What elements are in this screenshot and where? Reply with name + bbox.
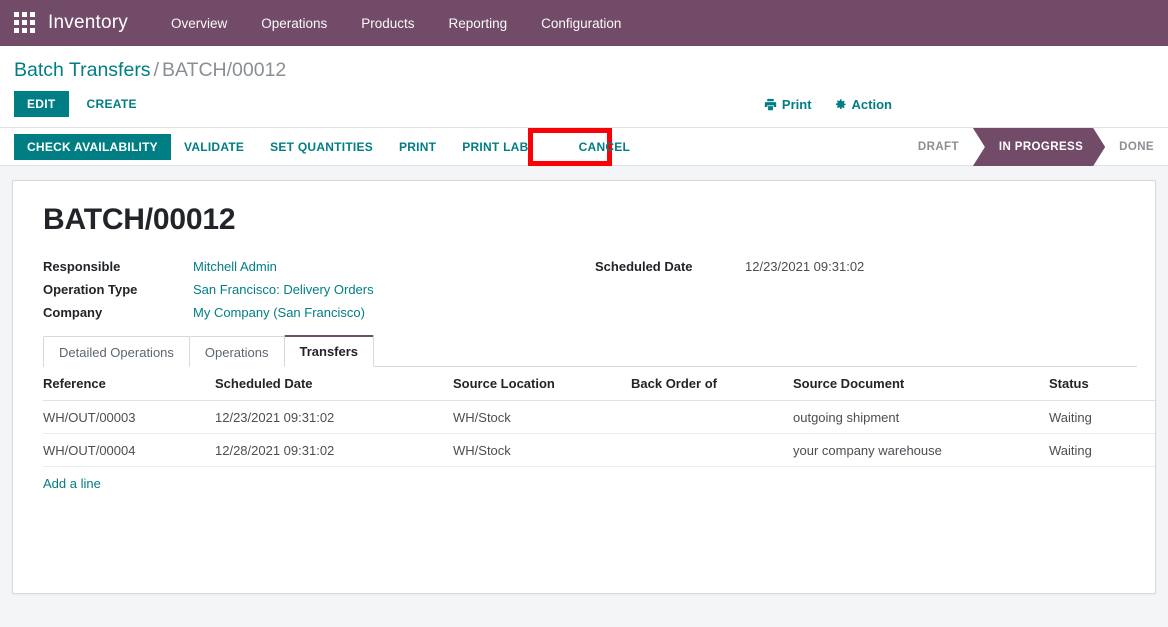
cell-scheduled-date[interactable]: 12/23/2021 09:31:02 — [215, 400, 453, 434]
form-right-column: Scheduled Date 12/23/2021 09:31:02 — [595, 259, 1137, 320]
notebook: Detailed Operations Operations Transfers… — [43, 334, 1155, 491]
control-panel-buttons: EDIT CREATE Print Action — [14, 91, 1154, 127]
cell-source-location[interactable]: WH/Stock — [453, 433, 631, 467]
breadcrumb-current: BATCH/00012 — [161, 59, 287, 81]
nav-item-reporting[interactable]: Reporting — [432, 10, 525, 37]
cell-source-document[interactable]: outgoing shipment — [793, 400, 1049, 434]
cell-back-order-of[interactable] — [631, 433, 793, 467]
cell-status[interactable]: Waiting — [1049, 433, 1155, 467]
tab-transfers[interactable]: Transfers — [283, 335, 375, 367]
printer-icon — [764, 98, 777, 111]
status-stage-in-progress[interactable]: IN PROGRESS — [973, 128, 1105, 166]
tab-operations[interactable]: Operations — [188, 336, 285, 367]
form-left-column: Responsible Mitchell Admin Operation Typ… — [43, 259, 595, 320]
column-header-status[interactable]: Status — [1049, 367, 1155, 401]
transfers-table: Reference Scheduled Date Source Location… — [43, 367, 1156, 467]
table-header-row: Reference Scheduled Date Source Location… — [43, 367, 1156, 401]
status-pipeline: DRAFT IN PROGRESS DONE — [904, 128, 1168, 166]
page-title: BATCH/00012 — [43, 203, 236, 236]
column-header-reference[interactable]: Reference — [43, 367, 215, 401]
table-row[interactable]: WH/OUT/00004 12/28/2021 09:31:02 WH/Stoc… — [43, 433, 1156, 467]
cell-source-location[interactable]: WH/Stock — [453, 400, 631, 434]
notebook-tabs: Detailed Operations Operations Transfers — [43, 334, 1137, 367]
statusbar: CHECK AVAILABILITY VALIDATE SET QUANTITI… — [0, 128, 1168, 166]
cell-status[interactable]: Waiting — [1049, 400, 1155, 434]
set-quantities-button[interactable]: SET QUANTITIES — [257, 134, 386, 160]
nav-item-overview[interactable]: Overview — [154, 10, 244, 37]
field-value-responsible[interactable]: Mitchell Admin — [193, 259, 277, 274]
table-row[interactable]: WH/OUT/00003 12/23/2021 09:31:02 WH/Stoc… — [43, 400, 1156, 434]
control-panel-right-actions: Print Action — [764, 97, 892, 112]
print-button[interactable]: PRINT — [386, 134, 449, 160]
field-value-company[interactable]: My Company (San Francisco) — [193, 305, 365, 320]
field-company: Company My Company (San Francisco) — [43, 305, 595, 320]
gear-icon — [834, 98, 847, 111]
cancel-button[interactable]: CANCEL — [566, 134, 644, 160]
form-fields: Responsible Mitchell Admin Operation Typ… — [43, 259, 1137, 320]
vertical-dots-icon[interactable]: ⋮ — [1155, 378, 1156, 388]
column-header-source-document[interactable]: Source Document — [793, 367, 1049, 401]
tab-detailed-operations[interactable]: Detailed Operations — [43, 336, 190, 367]
field-value-scheduled-date[interactable]: 12/23/2021 09:31:02 — [745, 259, 864, 274]
navbar-menu: Overview Operations Products Reporting C… — [154, 10, 638, 37]
edit-button[interactable]: EDIT — [14, 91, 69, 117]
optional-columns-toggle[interactable]: ⋮ — [1155, 367, 1156, 401]
field-value-operation-type[interactable]: San Francisco: Delivery Orders — [193, 282, 374, 297]
statusbar-button-group: CHECK AVAILABILITY VALIDATE SET QUANTITI… — [14, 128, 644, 166]
check-availability-button[interactable]: CHECK AVAILABILITY — [14, 133, 171, 160]
app-brand-title[interactable]: Inventory — [48, 12, 128, 34]
nav-item-operations[interactable]: Operations — [244, 10, 344, 37]
breadcrumb: Batch Transfers / BATCH/00012 — [14, 46, 1154, 91]
status-stage-draft[interactable]: DRAFT — [904, 128, 973, 166]
cell-delete[interactable]: ✖ — [1155, 401, 1156, 434]
cell-delete[interactable]: ✖ — [1155, 434, 1156, 467]
cell-reference[interactable]: WH/OUT/00004 — [43, 433, 215, 467]
control-panel: Batch Transfers / BATCH/00012 EDIT CREATE … — [0, 46, 1168, 128]
cell-back-order-of[interactable] — [631, 400, 793, 434]
top-navbar: Inventory Overview Operations Products R… — [0, 0, 1168, 46]
nav-item-configuration[interactable]: Configuration — [524, 10, 638, 37]
breadcrumb-root-link[interactable]: Batch Transfers — [14, 59, 151, 81]
create-button[interactable]: CREATE — [74, 91, 150, 117]
sheet-container: BATCH/00012 Responsible Mitchell Admin O… — [0, 166, 1168, 594]
column-header-source-location[interactable]: Source Location — [453, 367, 631, 401]
field-label-scheduled-date: Scheduled Date — [595, 259, 693, 274]
status-stage-done[interactable]: DONE — [1105, 128, 1168, 166]
breadcrumb-separator: / — [153, 59, 159, 81]
field-scheduled-date: Scheduled Date 12/23/2021 09:31:02 — [595, 259, 1137, 274]
column-header-back-order-of[interactable]: Back Order of — [631, 367, 793, 401]
field-responsible: Responsible Mitchell Admin — [43, 259, 595, 274]
cell-source-document[interactable]: your company warehouse — [793, 433, 1049, 467]
field-label-company: Company — [43, 305, 103, 320]
field-label-operation-type: Operation Type — [43, 282, 138, 297]
action-menu-button[interactable]: Action — [834, 97, 892, 112]
cell-reference[interactable]: WH/OUT/00003 — [43, 400, 215, 434]
print-label: Print — [781, 96, 812, 112]
form-sheet: BATCH/00012 Responsible Mitchell Admin O… — [12, 180, 1156, 594]
add-a-line-link[interactable]: Add a line — [43, 467, 101, 491]
column-header-scheduled-date[interactable]: Scheduled Date — [215, 367, 453, 401]
nav-item-products[interactable]: Products — [344, 10, 431, 37]
apps-grid-icon[interactable] — [14, 12, 36, 34]
validate-button[interactable]: VALIDATE — [171, 134, 257, 160]
print-menu-button[interactable]: Print — [764, 97, 812, 112]
transfers-table-body: WH/OUT/00003 12/23/2021 09:31:02 WH/Stoc… — [43, 400, 1156, 467]
field-operation-type: Operation Type San Francisco: Delivery O… — [43, 282, 595, 297]
cell-scheduled-date[interactable]: 12/28/2021 09:31:02 — [215, 433, 453, 467]
transfers-table-head: Reference Scheduled Date Source Location… — [43, 367, 1156, 401]
field-label-responsible: Responsible — [43, 259, 121, 274]
action-label: Action — [851, 96, 892, 112]
